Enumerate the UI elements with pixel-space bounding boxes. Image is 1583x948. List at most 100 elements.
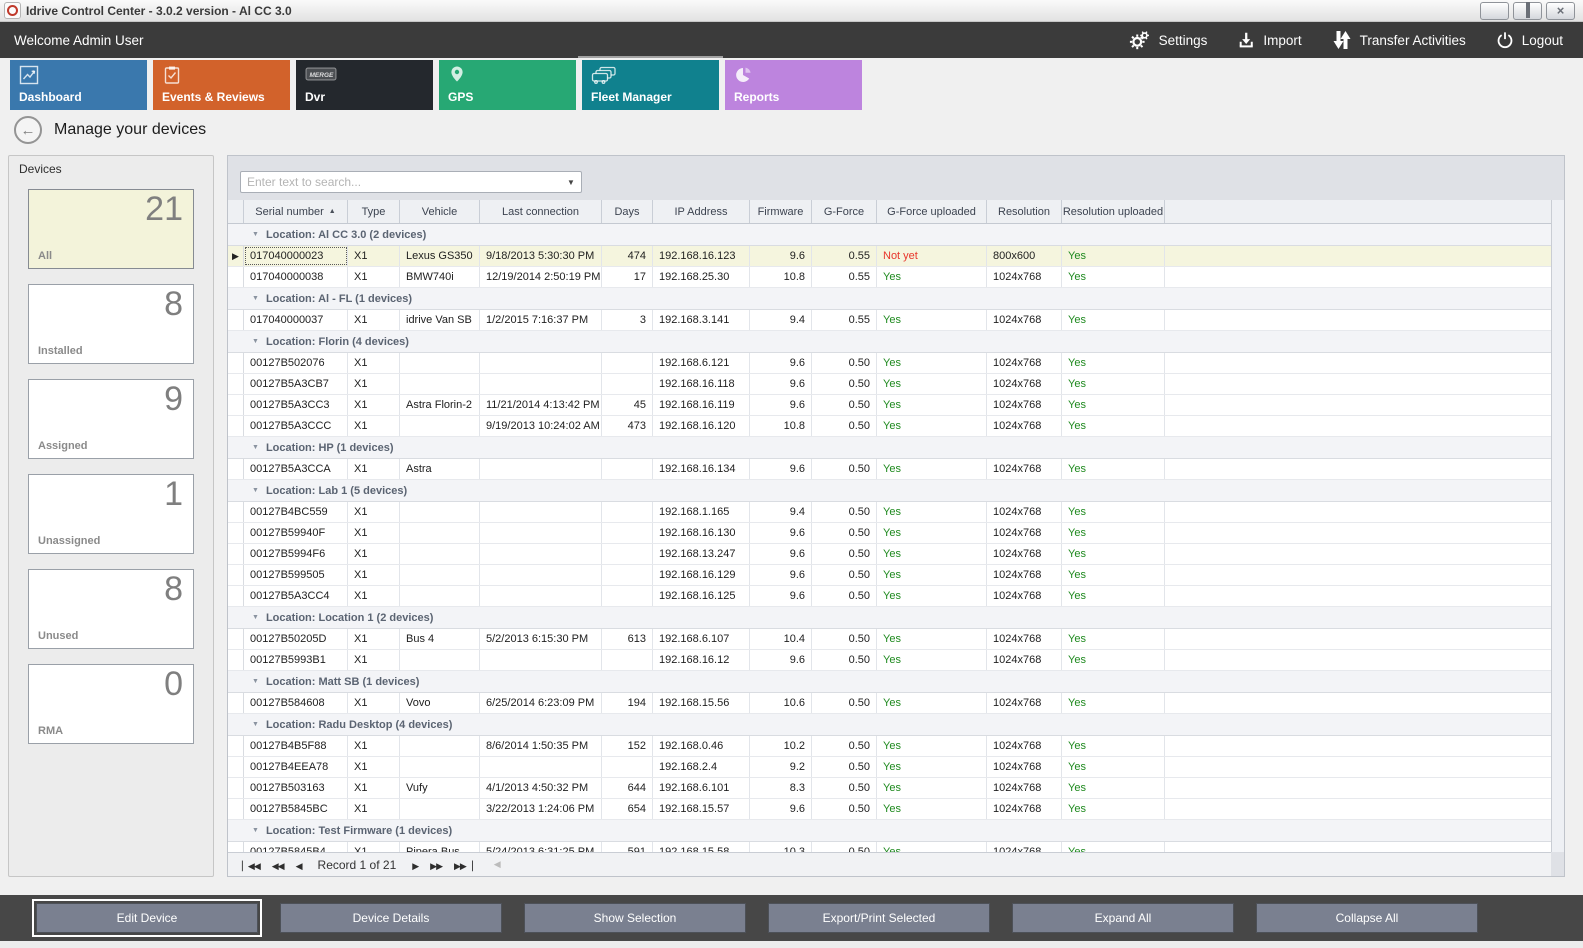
column-header-type[interactable]: Type	[348, 200, 400, 223]
ip-address-cell: 192.168.16.130	[653, 523, 750, 543]
vehicle-cell	[400, 502, 480, 522]
device-filter-card-unused[interactable]: 8Unused	[28, 569, 194, 649]
show-selection-button[interactable]: Show Selection	[524, 903, 746, 933]
tab-dvr[interactable]: MERGEDvr	[296, 60, 433, 110]
tab-gps[interactable]: GPS	[439, 60, 576, 110]
row-filler	[1165, 544, 1551, 564]
group-row-location-radu-desktop-4-devices[interactable]: ▼Location: Radu Desktop (4 devices)	[228, 714, 1551, 736]
column-header-label: Last connection	[502, 206, 579, 218]
serial-cell: 00127B502076	[244, 353, 348, 373]
resolution-cell: 1024x768	[987, 374, 1062, 394]
g-force-cell: 0.50	[812, 842, 877, 852]
window-controls: ×	[1480, 2, 1583, 20]
device-row[interactable]: 00127B5993B1X1192.168.16.129.60.50Yes102…	[228, 650, 1551, 671]
device-row[interactable]: 00127B5A3CB7X1192.168.16.1189.60.50Yes10…	[228, 374, 1551, 395]
days-cell: 654	[602, 799, 653, 819]
type-cell: X1	[348, 629, 400, 649]
device-filter-card-assigned[interactable]: 9Assigned	[28, 379, 194, 459]
group-row-location-al-fl-1-devices[interactable]: ▼Location: Al - FL (1 devices)	[228, 288, 1551, 310]
search-input[interactable]	[241, 174, 561, 190]
resolution-uploaded-cell: Yes	[1062, 459, 1165, 479]
column-header-label: Vehicle	[422, 206, 457, 218]
serial-cell: 017040000038	[244, 267, 348, 287]
maximize-button[interactable]	[1513, 2, 1542, 20]
settings-button[interactable]: Settings	[1129, 29, 1208, 51]
group-row-location-hp-1-devices[interactable]: ▼Location: HP (1 devices)	[228, 437, 1551, 459]
search-dropdown-icon[interactable]: ▼	[561, 178, 581, 187]
row-filler	[1165, 416, 1551, 436]
hscroll-left-arrow-icon[interactable]: ◀	[494, 859, 501, 870]
search-box: ▼	[240, 171, 582, 193]
close-button[interactable]: ×	[1546, 2, 1575, 20]
column-header-serial-number[interactable]: Serial number▲	[244, 200, 348, 223]
tab-dashboard[interactable]: Dashboard	[10, 60, 147, 110]
group-row-location-florin-4-devices[interactable]: ▼Location: Florin (4 devices)	[228, 331, 1551, 353]
pager-next-button[interactable]: ▶	[412, 861, 418, 871]
device-row[interactable]: 00127B502076X1192.168.6.1219.60.50Yes102…	[228, 353, 1551, 374]
tab-events-reviews[interactable]: Events & Reviews	[153, 60, 290, 110]
device-row[interactable]: 00127B59940FX1192.168.16.1309.60.50Yes10…	[228, 523, 1551, 544]
expand-all-button[interactable]: Expand All	[1012, 903, 1234, 933]
collapse-all-button[interactable]: Collapse All	[1256, 903, 1478, 933]
device-row[interactable]: 00127B5994F6X1192.168.13.2479.60.50Yes10…	[228, 544, 1551, 565]
column-header-vehicle[interactable]: Vehicle	[400, 200, 480, 223]
device-row[interactable]: 00127B5A3CC3X1Astra Florin-211/21/2014 4…	[228, 395, 1551, 416]
group-row-location-location-1-2-devices[interactable]: ▼Location: Location 1 (2 devices)	[228, 607, 1551, 629]
device-row[interactable]: 00127B503163X1Vufy4/1/2013 4:50:32 PM644…	[228, 778, 1551, 799]
pager-prev-button[interactable]: ◀	[296, 861, 302, 871]
group-row-location-lab-1-5-devices[interactable]: ▼Location: Lab 1 (5 devices)	[228, 480, 1551, 502]
pager-last-button[interactable]: ▶▶▕	[454, 861, 472, 871]
tab-reports[interactable]: Reports	[725, 60, 862, 110]
group-row-location-test-firmware-1-devices[interactable]: ▼Location: Test Firmware (1 devices)	[228, 820, 1551, 842]
device-row[interactable]: 00127B4B5F88X18/6/2014 1:50:35 PM152192.…	[228, 736, 1551, 757]
device-row[interactable]: 00127B5A3CC4X1192.168.16.1259.60.50Yes10…	[228, 586, 1551, 607]
edit-device-button[interactable]: Edit Device	[36, 903, 258, 933]
group-row-location-al-cc-3-0-2-devices[interactable]: ▼Location: Al CC 3.0 (2 devices)	[228, 224, 1551, 246]
pager-first-button[interactable]: ▏◀◀	[242, 861, 260, 871]
minimize-button[interactable]	[1480, 2, 1509, 20]
column-header-g-force[interactable]: G-Force	[812, 200, 877, 223]
export-print-selected-button[interactable]: Export/Print Selected	[768, 903, 990, 933]
device-row[interactable]: 00127B5845B4X1Pipera Bus5/24/2013 6:31:2…	[228, 842, 1551, 852]
device-row[interactable]: 00127B50205DX1Bus 45/2/2013 6:15:30 PM61…	[228, 629, 1551, 650]
logout-button[interactable]: Logout	[1496, 31, 1563, 49]
column-header-resolution-uploaded[interactable]: Resolution uploaded	[1062, 200, 1165, 223]
pager-fast-prev-button[interactable]: ◀◀	[272, 861, 284, 871]
device-row[interactable]: ▶017040000023X1Lexus GS3509/18/2013 5:30…	[228, 246, 1551, 267]
device-row[interactable]: 00127B4BC559X1192.168.1.1659.40.50Yes102…	[228, 502, 1551, 523]
device-row[interactable]: 00127B5A3CCAX1Astra192.168.16.1349.60.50…	[228, 459, 1551, 480]
column-header-ip-address[interactable]: IP Address	[653, 200, 750, 223]
g-force-cell: 0.50	[812, 650, 877, 670]
column-header-firmware[interactable]: Firmware	[750, 200, 812, 223]
device-details-button[interactable]: Device Details	[280, 903, 502, 933]
device-row[interactable]: 00127B5845BCX13/22/2013 1:24:06 PM654192…	[228, 799, 1551, 820]
column-header-days[interactable]: Days	[602, 200, 653, 223]
device-row[interactable]: 00127B599505X1192.168.16.1299.60.50Yes10…	[228, 565, 1551, 586]
grid-header: Serial number▲Type Vehicle Last connection…	[228, 200, 1551, 224]
days-cell	[602, 353, 653, 373]
transfer-activities-button[interactable]: Transfer Activities	[1332, 29, 1466, 51]
pager-fast-next-button[interactable]: ▶▶	[430, 861, 442, 871]
g-force-uploaded-cell: Yes	[877, 416, 987, 436]
column-header-last-connection[interactable]: Last connection	[480, 200, 602, 223]
resolution-cell: 1024x768	[987, 736, 1062, 756]
device-row[interactable]: 00127B584608X1Vovo6/25/2014 6:23:09 PM19…	[228, 693, 1551, 714]
device-filter-card-rma[interactable]: 0RMA	[28, 664, 194, 744]
device-row[interactable]: 017040000037X1idrive Van SB1/2/2015 7:16…	[228, 310, 1551, 331]
device-row[interactable]: 00127B4EEA78X1192.168.2.49.20.50Yes1024x…	[228, 757, 1551, 778]
group-row-location-matt-sb-1-devices[interactable]: ▼Location: Matt SB (1 devices)	[228, 671, 1551, 693]
device-filter-card-installed[interactable]: 8Installed	[28, 284, 194, 364]
device-row[interactable]: 017040000038X1BMW740i12/19/2014 2:50:19 …	[228, 267, 1551, 288]
row-indicator-cell	[228, 842, 244, 852]
serial-cell: 00127B5A3CC4	[244, 586, 348, 606]
device-filter-card-all[interactable]: 21All	[28, 189, 194, 269]
device-row[interactable]: 00127B5A3CCCX19/19/2013 10:24:02 AM47319…	[228, 416, 1551, 437]
column-header-resolution[interactable]: Resolution	[987, 200, 1062, 223]
tab-fleet-manager[interactable]: Fleet Manager	[582, 60, 719, 110]
column-header-g-force-uploaded[interactable]: G-Force uploaded	[877, 200, 987, 223]
import-button[interactable]: Import	[1237, 31, 1301, 49]
device-filter-card-unassigned[interactable]: 1Unassigned	[28, 474, 194, 554]
vehicle-cell	[400, 374, 480, 394]
back-button[interactable]: ←	[14, 116, 42, 144]
vertical-scrollbar[interactable]	[1551, 200, 1564, 852]
